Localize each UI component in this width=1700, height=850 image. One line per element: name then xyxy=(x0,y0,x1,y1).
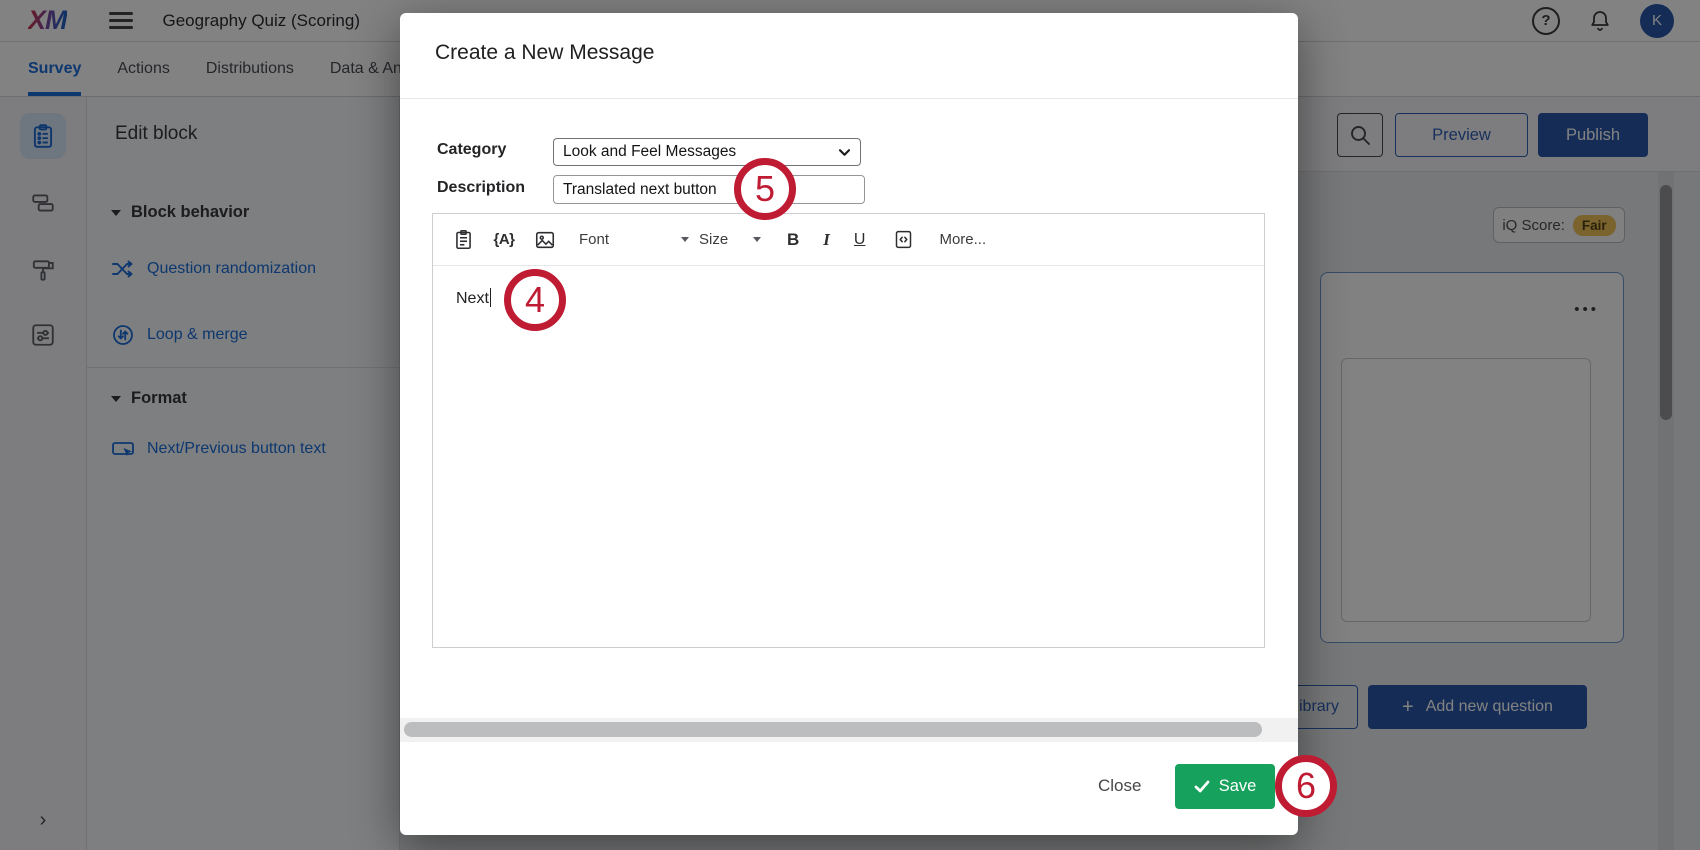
size-dropdown[interactable]: Size xyxy=(699,231,761,248)
chevron-down-icon xyxy=(838,148,851,156)
modal-header-divider xyxy=(400,98,1298,99)
modal-hscrollbar-track[interactable] xyxy=(400,718,1298,742)
checkmark-icon xyxy=(1194,780,1210,793)
qualtrics-survey-editor: XM Geography Quiz (Scoring) ? K Survey A… xyxy=(0,0,1700,850)
description-label: Description xyxy=(437,179,526,196)
category-select[interactable]: Look and Feel Messages xyxy=(553,138,861,166)
more-button[interactable]: More... xyxy=(939,231,986,248)
step-circle-5: 5 xyxy=(734,158,796,220)
rte-toolbar: {A} Font Size B I U More... xyxy=(433,214,1264,266)
close-button[interactable]: Close xyxy=(1098,776,1141,796)
step-circle-4: 4 xyxy=(504,269,566,331)
italic-button[interactable]: I xyxy=(823,230,830,250)
modal-title: Create a New Message xyxy=(435,41,655,64)
bold-button[interactable]: B xyxy=(787,230,799,250)
source-code-icon[interactable] xyxy=(891,228,915,252)
piped-text-icon[interactable]: {A} xyxy=(492,228,516,252)
caret-down-icon xyxy=(753,237,761,242)
underline-button[interactable]: U xyxy=(854,231,866,249)
font-dropdown[interactable]: Font xyxy=(579,231,689,248)
step-circle-6: 6 xyxy=(1275,755,1337,817)
description-input[interactable] xyxy=(553,175,865,204)
editor-text-area[interactable]: Next xyxy=(433,266,1264,647)
editor-text: Next xyxy=(456,290,489,307)
modal-hscrollbar-thumb[interactable] xyxy=(404,722,1262,737)
save-button[interactable]: Save xyxy=(1175,764,1275,809)
caret-down-icon xyxy=(681,237,689,242)
text-cursor xyxy=(489,288,492,307)
create-message-modal: Create a New Message Category Look and F… xyxy=(400,13,1298,835)
insert-image-icon[interactable] xyxy=(533,228,557,252)
category-label: Category xyxy=(437,141,507,158)
paste-clipboard-icon[interactable] xyxy=(451,228,475,252)
